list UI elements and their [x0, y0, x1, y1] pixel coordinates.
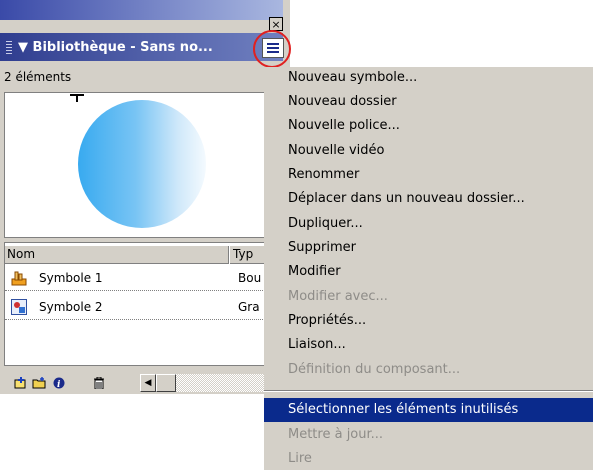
scroll-thumb[interactable]	[156, 374, 176, 392]
menu-item-new-folder[interactable]: Nouveau dossier	[288, 94, 397, 109]
menu-item-move-to-new-folder[interactable]: Déplacer dans un nouveau dossier...	[288, 191, 525, 206]
menu-item-update: Mettre à jour...	[288, 427, 384, 442]
panel-title[interactable]: ▼ Bibliothèque - Sans no...	[18, 40, 213, 55]
menu-item-play: Lire	[288, 451, 312, 466]
new-folder-icon[interactable]	[32, 377, 46, 389]
item-name: Symbole 2	[39, 300, 103, 314]
drag-grip-icon[interactable]	[6, 40, 12, 54]
panel-title-text: Bibliothèque - Sans no...	[32, 40, 213, 55]
menu-item-new-symbol[interactable]: Nouveau symbole...	[288, 70, 417, 85]
new-symbol-icon[interactable]	[14, 377, 28, 389]
menu-item-component-definition: Définition du composant...	[288, 362, 461, 377]
list-item[interactable]: Symbole 1 Bou	[5, 268, 283, 291]
item-count: 2 éléments	[4, 70, 72, 84]
item-name: Symbole 1	[39, 271, 103, 285]
properties-icon[interactable]: i	[52, 377, 66, 389]
menu-item-delete[interactable]: Supprimer	[288, 240, 356, 255]
horizontal-scrollbar[interactable]: ◀ ▶	[140, 374, 283, 392]
collapse-arrow-icon: ▼	[18, 40, 28, 55]
list-item[interactable]: Symbole 2 Gra	[5, 297, 283, 320]
close-button[interactable]: ×	[269, 17, 283, 31]
menu-item-linkage[interactable]: Liaison...	[288, 337, 346, 352]
item-type: Gra	[238, 300, 260, 314]
highlight-circle	[253, 30, 291, 68]
menu-item-new-video[interactable]: Nouvelle vidéo	[288, 143, 384, 158]
scroll-left-icon[interactable]: ◀	[140, 374, 156, 392]
menu-item-new-font[interactable]: Nouvelle police...	[288, 118, 400, 133]
menu-item-edit[interactable]: Modifier	[288, 264, 341, 279]
graphic-symbol-icon	[11, 299, 27, 315]
registration-point-stem	[76, 94, 78, 102]
item-type: Bou	[238, 271, 262, 285]
trash-icon[interactable]	[92, 377, 106, 389]
button-symbol-icon	[11, 271, 27, 286]
menu-item-rename[interactable]: Renommer	[288, 167, 359, 182]
preview-circle-shape	[78, 100, 206, 228]
menu-item-properties[interactable]: Propriétés...	[288, 313, 366, 328]
menu-item-edit-with: Modifier avec...	[288, 289, 388, 304]
column-header-name[interactable]: Nom	[5, 246, 229, 264]
menu-item-duplicate[interactable]: Dupliquer...	[288, 216, 363, 231]
menu-item-select-unused[interactable]: Sélectionner les éléments inutilisés	[288, 402, 518, 417]
panel-titlebar	[0, 0, 283, 20]
svg-text:i: i	[57, 380, 61, 389]
menu-separator	[264, 390, 593, 392]
